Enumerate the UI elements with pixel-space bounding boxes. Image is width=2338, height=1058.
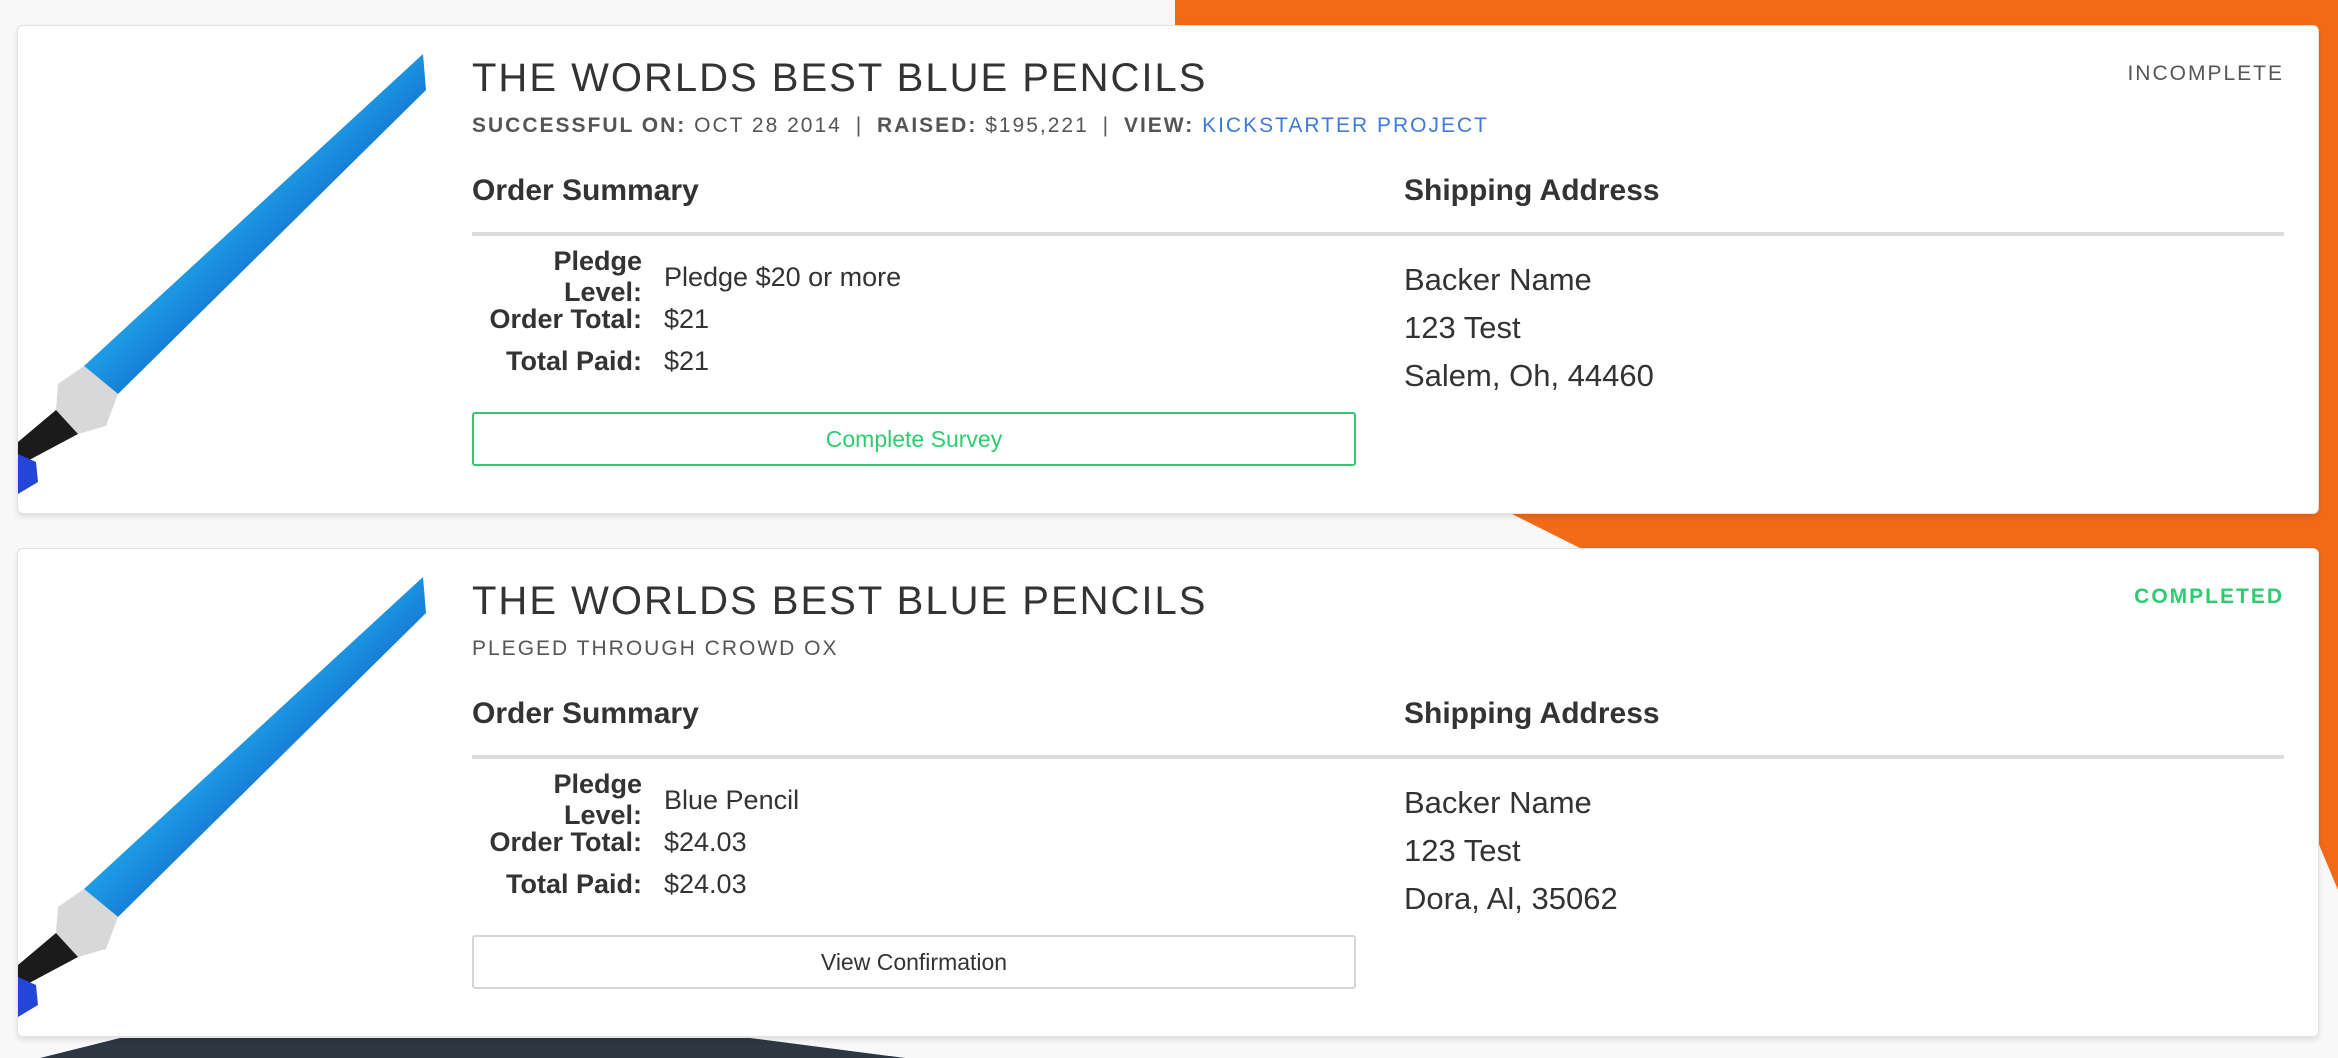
order-card: THE WORLDS BEST BLUE PENCILS COMPLETED P… <box>17 548 2319 1037</box>
pledge-level-row: Pledge Level: Blue Pencil <box>472 769 1172 830</box>
view-confirmation-button[interactable]: View Confirmation <box>472 935 1356 989</box>
view-label: VIEW: <box>1123 114 1195 137</box>
shipping-address-heading: Shipping Address <box>1404 174 1660 207</box>
order-content: THE WORLDS BEST BLUE PENCILS COMPLETED P… <box>472 549 2284 1036</box>
project-title: THE WORLDS BEST BLUE PENCILS <box>472 579 1208 623</box>
total-paid-row: Total Paid: $24.03 <box>472 863 1172 905</box>
order-total-label: Order Total: <box>489 826 642 857</box>
divider <box>472 755 2284 759</box>
pledge-level-label: Pledge Level: <box>553 246 642 307</box>
order-total-value: $24.03 <box>664 826 747 857</box>
order-total-label: Order Total: <box>489 303 642 334</box>
order-total-value: $21 <box>664 303 710 334</box>
shipping-address-heading: Shipping Address <box>1404 697 1660 730</box>
order-total-row: Order Total: $24.03 <box>472 821 1172 863</box>
address-city: Salem, Oh, 44460 <box>1404 358 1654 393</box>
pledge-level-label: Pledge Level: <box>553 769 642 830</box>
address-street: 123 Test <box>1404 310 1521 345</box>
total-paid-value: $24.03 <box>664 868 747 899</box>
raised-label: RAISED: <box>877 114 978 137</box>
total-paid-row: Total Paid: $21 <box>472 340 1172 382</box>
status-badge: INCOMPLETE <box>2127 62 2284 85</box>
pledge-level-value: Pledge $20 or more <box>664 261 902 292</box>
total-paid-label: Total Paid: <box>505 868 642 899</box>
order-summary: Pledge Level: Blue Pencil Order Total: $… <box>472 769 1172 905</box>
address-name: Backer Name <box>1404 262 1592 297</box>
pledge-level-row: Pledge Level: Pledge $20 or more <box>472 246 1172 307</box>
pledge-source: PLEGED THROUGH CROWD OX <box>472 637 839 660</box>
successful-date: OCT 28 2014 <box>694 114 842 137</box>
address-city: Dora, Al, 35062 <box>1404 881 1618 916</box>
raised-amount: $195,221 <box>985 114 1089 137</box>
page: THE WORLDS BEST BLUE PENCILS INCOMPLETE … <box>0 0 2338 1058</box>
blue-pencil-icon <box>18 577 426 1017</box>
separator: | <box>1102 114 1111 137</box>
order-total-row: Order Total: $21 <box>472 298 1172 340</box>
separator: | <box>855 114 864 137</box>
project-title: THE WORLDS BEST BLUE PENCILS <box>472 56 1208 100</box>
order-summary-heading: Order Summary <box>472 174 699 207</box>
project-meta: SUCCESSFUL ON: OCT 28 2014 | RAISED: $19… <box>472 114 1489 138</box>
order-summary: Pledge Level: Pledge $20 or more Order T… <box>472 246 1172 382</box>
shipping-address: Backer Name 123 Test Dora, Al, 35062 <box>1404 779 1618 923</box>
order-content: THE WORLDS BEST BLUE PENCILS INCOMPLETE … <box>472 26 2284 513</box>
total-paid-label: Total Paid: <box>505 345 642 376</box>
blue-pencil-icon <box>18 54 426 494</box>
divider <box>472 232 2284 236</box>
address-name: Backer Name <box>1404 785 1592 820</box>
address-street: 123 Test <box>1404 833 1521 868</box>
order-summary-heading: Order Summary <box>472 697 699 730</box>
kickstarter-project-link[interactable]: KICKSTARTER PROJECT <box>1202 114 1489 137</box>
pledge-level-value: Blue Pencil <box>664 784 800 815</box>
successful-label: SUCCESSFUL ON: <box>472 114 687 137</box>
complete-survey-button[interactable]: Complete Survey <box>472 412 1356 466</box>
total-paid-value: $21 <box>664 345 710 376</box>
order-card: THE WORLDS BEST BLUE PENCILS INCOMPLETE … <box>17 25 2319 514</box>
status-badge: COMPLETED <box>2134 585 2284 608</box>
shipping-address: Backer Name 123 Test Salem, Oh, 44460 <box>1404 256 1654 400</box>
